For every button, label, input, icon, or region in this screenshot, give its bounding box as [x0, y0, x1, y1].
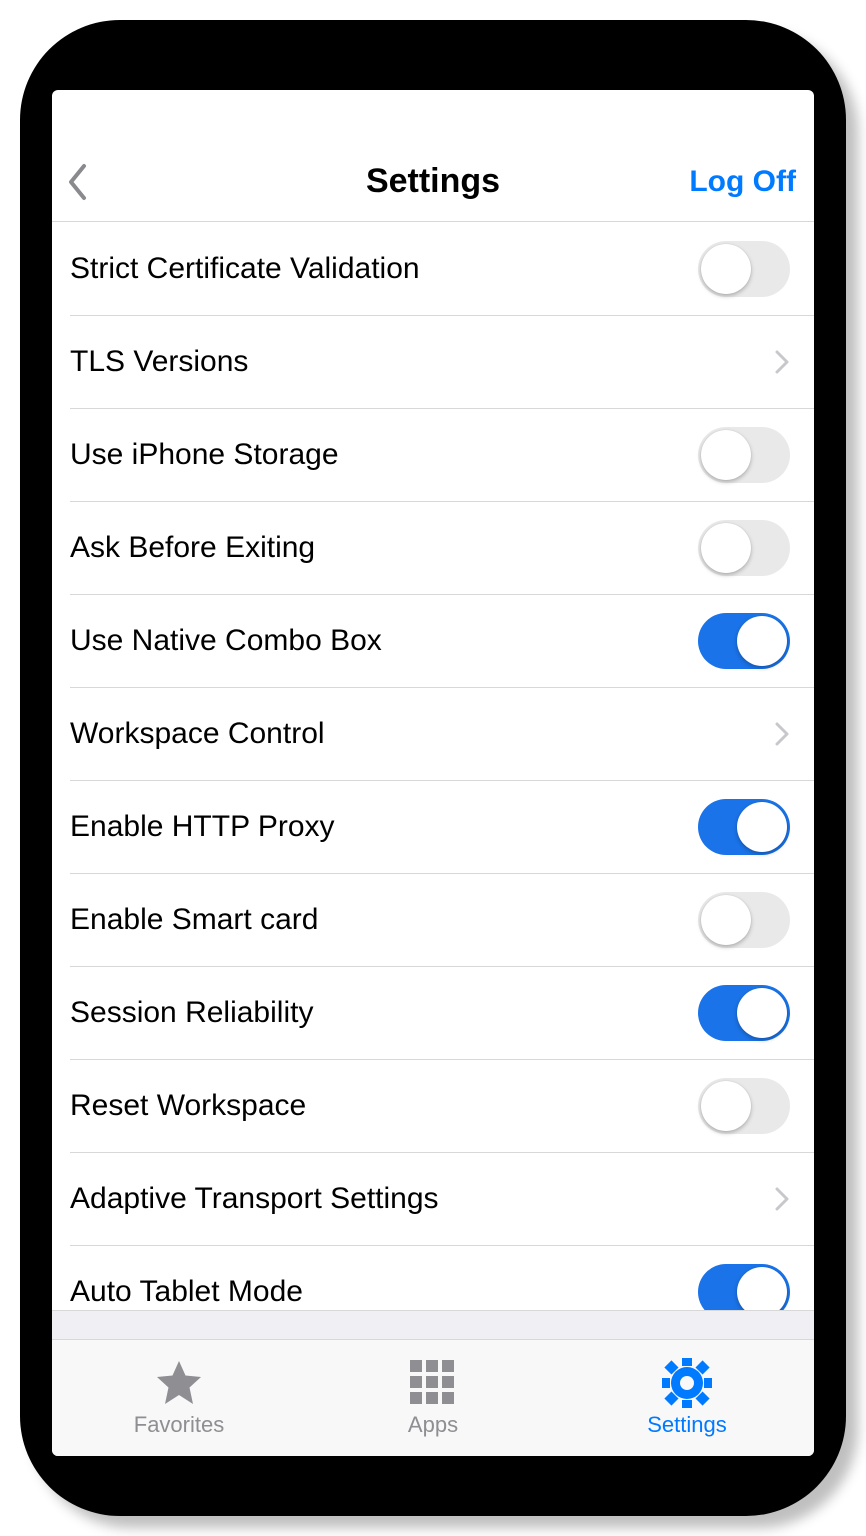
status-bar-spacer	[52, 90, 814, 142]
toggle-http-proxy[interactable]	[698, 799, 790, 855]
settings-list: Strict Certificate Validation TLS Version…	[52, 222, 814, 1310]
settings-row-label: Ask Before Exiting	[70, 531, 315, 565]
settings-row-label: TLS Versions	[70, 345, 248, 379]
back-button[interactable]	[66, 163, 116, 201]
tab-label: Apps	[408, 1412, 458, 1438]
settings-row-reset-ws: Reset Workspace	[52, 1059, 814, 1152]
toggle-auto-tablet[interactable]	[698, 1264, 790, 1311]
settings-row-label: Reset Workspace	[70, 1089, 306, 1123]
tab-bar: Favorites Apps Settings	[52, 1340, 814, 1456]
toggle-knob	[701, 895, 751, 945]
settings-row-label: Enable Smart card	[70, 903, 318, 937]
settings-row-label: Workspace Control	[70, 717, 325, 751]
toggle-knob	[737, 802, 787, 852]
toggle-knob	[737, 616, 787, 666]
toggle-knob	[701, 430, 751, 480]
settings-row-http-proxy: Enable HTTP Proxy	[52, 780, 814, 873]
settings-row-label: Adaptive Transport Settings	[70, 1182, 439, 1216]
settings-row-tls-versions[interactable]: TLS Versions	[52, 315, 814, 408]
settings-row-label: Use Native Combo Box	[70, 624, 382, 658]
settings-row-strict-cert: Strict Certificate Validation	[52, 222, 814, 315]
toggle-strict-cert[interactable]	[698, 241, 790, 297]
settings-row-ask-exit: Ask Before Exiting	[52, 501, 814, 594]
list-footer-gap	[52, 1310, 814, 1340]
screen: Settings Log Off Strict Certificate Vali…	[52, 90, 814, 1456]
toggle-knob	[701, 244, 751, 294]
settings-row-label: Enable HTTP Proxy	[70, 810, 335, 844]
chevron-right-icon	[774, 348, 790, 376]
tab-label: Favorites	[134, 1412, 224, 1438]
chevron-right-icon	[774, 1185, 790, 1213]
tab-favorites[interactable]: Favorites	[52, 1340, 306, 1456]
tab-label: Settings	[647, 1412, 727, 1438]
chevron-right-icon	[774, 720, 790, 748]
settings-row-label: Session Reliability	[70, 996, 313, 1030]
toggle-knob	[737, 988, 787, 1038]
settings-row-native-combo: Use Native Combo Box	[52, 594, 814, 687]
toggle-knob	[737, 1267, 787, 1311]
settings-row-workspace-ctl[interactable]: Workspace Control	[52, 687, 814, 780]
settings-row-label: Strict Certificate Validation	[70, 252, 420, 286]
toggle-session-rel[interactable]	[698, 985, 790, 1041]
tab-apps[interactable]: Apps	[306, 1340, 560, 1456]
logoff-button[interactable]: Log Off	[689, 165, 800, 199]
settings-row-adaptive-trans[interactable]: Adaptive Transport Settings	[52, 1152, 814, 1245]
tab-settings[interactable]: Settings	[560, 1340, 814, 1456]
star-icon	[154, 1358, 204, 1408]
toggle-knob	[701, 1081, 751, 1131]
toggle-ask-exit[interactable]	[698, 520, 790, 576]
gear-icon	[662, 1358, 712, 1408]
grid-icon	[410, 1358, 456, 1408]
toggle-iphone-storage[interactable]	[698, 427, 790, 483]
chevron-left-icon	[66, 163, 88, 201]
navbar: Settings Log Off	[52, 142, 814, 222]
device-frame: Settings Log Off Strict Certificate Vali…	[20, 20, 846, 1516]
settings-row-session-rel: Session Reliability	[52, 966, 814, 1059]
settings-row-smartcard: Enable Smart card	[52, 873, 814, 966]
toggle-reset-ws[interactable]	[698, 1078, 790, 1134]
settings-row-label: Auto Tablet Mode	[70, 1275, 303, 1309]
settings-row-auto-tablet: Auto Tablet Mode	[52, 1245, 814, 1310]
toggle-knob	[701, 523, 751, 573]
settings-row-iphone-storage: Use iPhone Storage	[52, 408, 814, 501]
toggle-smartcard[interactable]	[698, 892, 790, 948]
settings-row-label: Use iPhone Storage	[70, 438, 339, 472]
toggle-native-combo[interactable]	[698, 613, 790, 669]
